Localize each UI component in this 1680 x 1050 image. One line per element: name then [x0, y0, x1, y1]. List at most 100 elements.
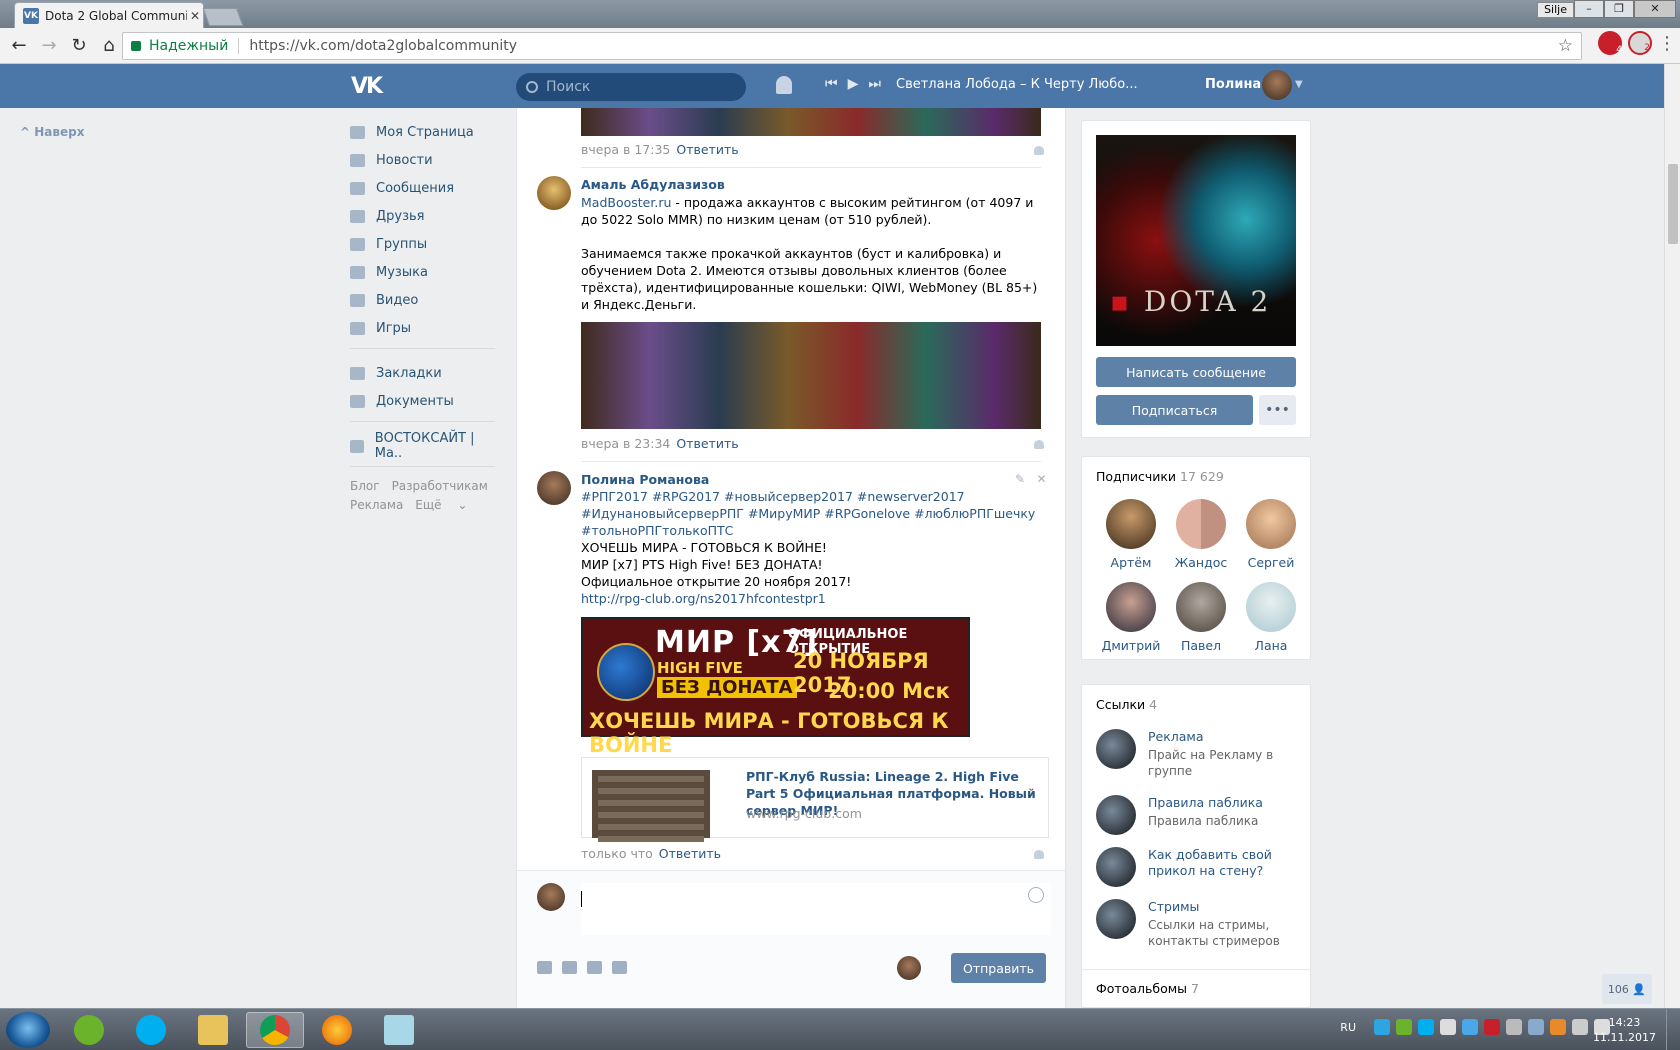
address-bar[interactable]: Надежный https://vk.com/dota2globalcommu…	[122, 32, 1582, 60]
post-as-avatar[interactable]	[897, 956, 921, 980]
link-item[interactable]: Правила паблика Правила паблика	[1096, 795, 1296, 843]
comment-time[interactable]: вчера в 23:34	[581, 436, 670, 451]
app-tray-icon[interactable]	[1550, 1019, 1566, 1035]
play-icon[interactable]: ▶	[848, 76, 859, 92]
sidebar-item-messages[interactable]: Сообщения	[350, 174, 495, 202]
document-icon[interactable]	[612, 961, 627, 974]
home-button[interactable]: ⌂	[94, 31, 124, 61]
link-item[interactable]: Стримы Ссылки на стримы, контакты стример…	[1096, 899, 1298, 948]
subscriber-item[interactable]: Лана	[1236, 582, 1306, 653]
explorer-taskbar-icon[interactable]	[184, 1012, 242, 1048]
comment-hashtags[interactable]: #РПГ2017 #RPG2017 #новыйсервер2017 #news…	[581, 488, 1041, 539]
bookmark-star-icon[interactable]: ☆	[1558, 36, 1573, 56]
forward-button[interactable]: →	[34, 31, 64, 61]
chevron-down-icon[interactable]: ▼	[1295, 79, 1303, 90]
delete-icon[interactable]: ✕	[1037, 472, 1047, 486]
subscribers-header[interactable]: Подписчики 17 629	[1096, 469, 1224, 484]
maximize-button[interactable]: ❐	[1604, 0, 1634, 18]
sidebar-item-documents[interactable]: Документы	[350, 387, 495, 415]
url-text[interactable]: https://vk.com/dota2globalcommunity	[249, 38, 517, 54]
sidebar-item-video[interactable]: Видео	[350, 286, 495, 314]
reply-link[interactable]: Ответить	[659, 846, 721, 861]
subscriber-item[interactable]: Артём	[1096, 499, 1166, 570]
page-scrollbar[interactable]	[1664, 64, 1680, 1008]
skype-taskbar-icon[interactable]	[122, 1012, 180, 1048]
subscribe-button[interactable]: Подписаться	[1096, 395, 1253, 425]
albums-header[interactable]: Фотоальбомы 7	[1096, 981, 1199, 996]
online-counter[interactable]: 106 👤	[1602, 974, 1652, 1004]
sidebar-item-music[interactable]: Музыка	[350, 258, 495, 286]
utorrent-tray-icon[interactable]	[1396, 1019, 1412, 1035]
taskbar-clock[interactable]: 14:23 11.11.2017	[1593, 1015, 1656, 1045]
comment-image[interactable]	[581, 108, 1041, 136]
new-tab-button[interactable]	[202, 8, 244, 26]
notepad-taskbar-icon[interactable]	[370, 1012, 428, 1048]
sidebar-item-bookmarks[interactable]: Закладки	[350, 359, 495, 387]
firefox-taskbar-icon[interactable]	[308, 1012, 366, 1048]
tab-close-icon[interactable]: ✕	[187, 9, 203, 23]
subscriber-item[interactable]: Жандос	[1166, 499, 1236, 570]
link-title[interactable]: Реклама	[1148, 729, 1298, 745]
next-track-icon[interactable]: ⏭	[868, 76, 881, 92]
show-desktop-button[interactable]	[1666, 1009, 1680, 1050]
footer-link-developers[interactable]: Разработчикам	[392, 479, 488, 493]
edit-icon[interactable]: ✎	[1015, 472, 1025, 486]
sidebar-item-news[interactable]: Новости	[350, 146, 495, 174]
comment-author[interactable]: Полина Романова	[581, 472, 709, 487]
reply-link[interactable]: Ответить	[676, 142, 738, 157]
utorrent-taskbar-icon[interactable]	[60, 1012, 118, 1048]
comment-time[interactable]: вчера в 17:35	[581, 142, 670, 157]
footer-link-more[interactable]: Ещё ⌄	[415, 498, 467, 512]
write-message-button[interactable]: Написать сообщение	[1096, 357, 1296, 387]
minimize-button[interactable]: –	[1574, 0, 1604, 18]
community-avatar-image[interactable]: ▪ DOTA 2	[1096, 135, 1296, 346]
comment-image[interactable]	[581, 322, 1041, 429]
search-input[interactable]: Поиск	[516, 73, 746, 101]
telegram-tray-icon[interactable]	[1374, 1019, 1390, 1035]
chrome-taskbar-icon[interactable]	[246, 1012, 304, 1048]
window-user-badge[interactable]: Silje	[1537, 2, 1574, 18]
like-heart-icon[interactable]	[1034, 440, 1044, 449]
comment-avatar[interactable]	[537, 471, 571, 505]
sidebar-item-group[interactable]: ВОСТОКСАЙТ | Ма..	[350, 431, 495, 461]
link-title[interactable]: Стримы	[1148, 899, 1298, 915]
reload-button[interactable]: ↻	[64, 31, 94, 61]
vk-logo[interactable]: VK	[351, 74, 383, 99]
scrollbar-thumb[interactable]	[1668, 164, 1678, 244]
subscriber-item[interactable]: Сергей	[1236, 499, 1306, 570]
camera-icon[interactable]	[537, 961, 552, 974]
link-item[interactable]: Реклама Прайс на Рекламу в группе	[1096, 729, 1298, 778]
footer-link-blog[interactable]: Блог	[350, 479, 380, 493]
notifications-bell-icon[interactable]	[776, 76, 792, 94]
subscriber-item[interactable]: Павел	[1166, 582, 1236, 653]
reply-link[interactable]: Ответить	[676, 436, 738, 451]
close-window-button[interactable]: ✕	[1634, 0, 1676, 18]
sidebar-item-my-page[interactable]: Моя Страница	[350, 118, 495, 146]
music-note-icon[interactable]	[587, 961, 602, 974]
header-user-name[interactable]: Полина	[1205, 77, 1261, 92]
skype-tray-icon[interactable]	[1418, 1019, 1434, 1035]
start-button[interactable]	[6, 1012, 50, 1048]
emoji-icon[interactable]	[1028, 887, 1044, 903]
back-button[interactable]: ←	[4, 31, 34, 61]
footer-link-ads[interactable]: Реклама	[350, 498, 403, 512]
links-header[interactable]: Ссылки 4	[1096, 697, 1157, 712]
flag-tray-icon[interactable]	[1440, 1019, 1456, 1035]
browser-menu-icon[interactable]: ⋮	[1658, 33, 1676, 54]
subscriber-item[interactable]: Дмитрий	[1096, 582, 1166, 653]
previous-track-icon[interactable]: ⏮	[825, 76, 838, 92]
adblock-extension-icon[interactable]: 2	[1628, 31, 1652, 55]
network-tray-icon[interactable]	[1462, 1019, 1478, 1035]
header-avatar[interactable]	[1262, 70, 1292, 100]
back-to-top-link[interactable]: ^ Наверх	[20, 125, 84, 139]
comment-author[interactable]: Амаль Абдулазизов	[581, 177, 725, 192]
sidebar-item-games[interactable]: Игры	[350, 314, 495, 342]
more-actions-button[interactable]: •••	[1259, 395, 1296, 425]
extension-icon[interactable]: 4	[1598, 31, 1622, 55]
link-title[interactable]: Как добавить свой прикол на стену?	[1148, 847, 1298, 879]
comment-time[interactable]: только что	[581, 846, 653, 861]
antivirus-tray-icon[interactable]	[1484, 1019, 1500, 1035]
tool-tray-icon[interactable]	[1506, 1019, 1522, 1035]
link-title[interactable]: Правила паблика	[1148, 795, 1298, 811]
promo-banner-image[interactable]: МИР [x7] HIGH FIVE БЕЗ ДОНАТА ОФИЦИАЛЬНО…	[581, 617, 970, 757]
